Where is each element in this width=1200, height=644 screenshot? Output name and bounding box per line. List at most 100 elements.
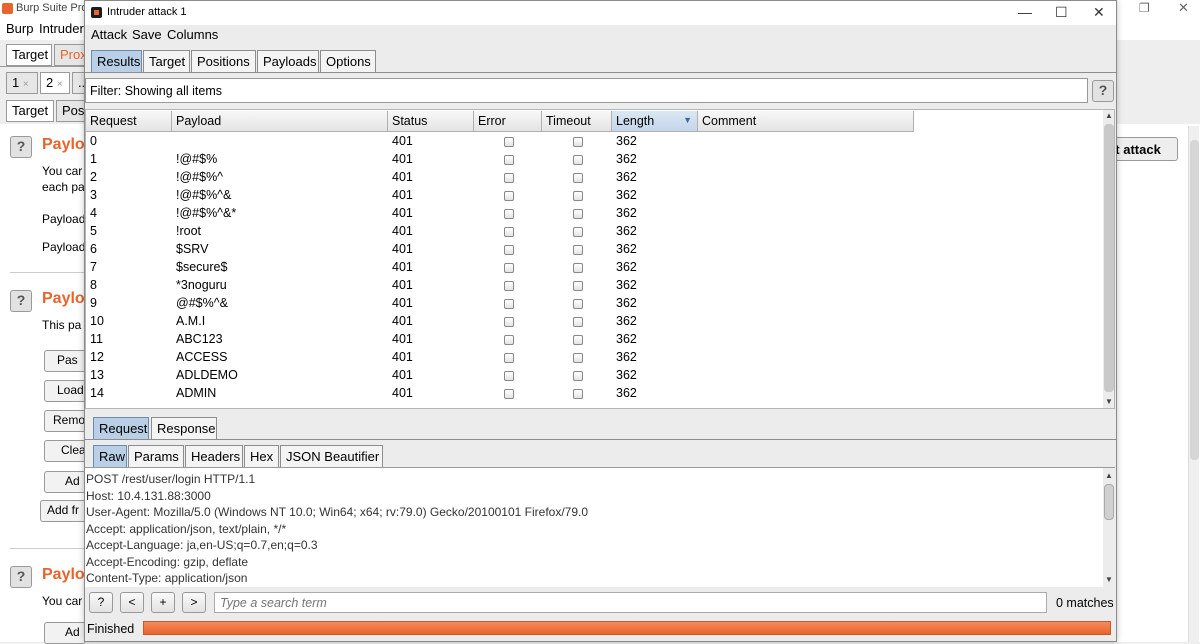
tab-response[interactable]: Response	[151, 417, 217, 439]
main-vertical-scrollbar[interactable]	[1188, 126, 1199, 642]
intruder-attack-window: Intruder attack 1 — ☐ ✕ Attack Save Colu…	[84, 0, 1117, 642]
paste-button[interactable]: Pas	[44, 350, 86, 372]
table-row[interactable]: 4 !@#$%^&* 401 362	[86, 205, 1102, 223]
table-row[interactable]: 13 ADLDEMO 401 362	[86, 367, 1102, 385]
help-icon[interactable]: ?	[10, 290, 32, 312]
menu-burp[interactable]: Burp	[6, 21, 33, 36]
attack-tab-2[interactable]: 2 ×	[40, 72, 70, 94]
search-input[interactable]	[214, 592, 1047, 613]
error-checkbox	[504, 137, 514, 147]
tab-json-beautifier[interactable]: JSON Beautifier	[280, 445, 383, 467]
request-vertical-scrollbar[interactable]: ▲ ▼	[1103, 468, 1115, 587]
restore-icon[interactable]: ❐	[1139, 1, 1150, 15]
close-icon[interactable]: ✕	[1093, 4, 1105, 21]
help-icon[interactable]: ?	[1092, 80, 1114, 102]
remove-button[interactable]: Remo	[44, 410, 86, 432]
tab-payloads[interactable]: Payloads	[257, 50, 319, 72]
request-line: Accept-Language: ja,en-US;q=0.7,en;q=0.3	[86, 538, 318, 552]
scroll-up-icon[interactable]: ▲	[1103, 110, 1114, 122]
next-match-button[interactable]: >	[182, 592, 206, 613]
main-tab-target[interactable]: Target	[6, 44, 52, 66]
tab-options[interactable]: Options	[320, 50, 376, 72]
add-from-list-button[interactable]: Add fr	[40, 500, 86, 522]
table-row[interactable]: 11 ABC123 401 362	[86, 331, 1102, 349]
column-header-comment[interactable]: Comment	[698, 111, 914, 132]
table-row[interactable]: 12 ACCESS 401 362	[86, 349, 1102, 367]
table-row[interactable]: 1 !@#$% 401 362	[86, 151, 1102, 169]
attack-progress-bar	[143, 621, 1111, 635]
table-row[interactable]: 9 @#$%^& 401 362	[86, 295, 1102, 313]
minimize-icon[interactable]: —	[1018, 4, 1032, 20]
table-row[interactable]: 7 $secure$ 401 362	[86, 259, 1102, 277]
table-row[interactable]: 0 401 362	[86, 133, 1102, 151]
menu-columns[interactable]: Columns	[167, 27, 218, 42]
tab-params[interactable]: Params	[128, 445, 184, 467]
previous-match-button[interactable]: <	[120, 592, 144, 613]
request-line: Accept: application/json, text/plain, */…	[86, 522, 287, 536]
cell-payload: ADLDEMO	[176, 368, 238, 382]
cell-payload: !@#$%	[176, 152, 218, 166]
table-row[interactable]: 5 !root 401 362	[86, 223, 1102, 241]
table-row[interactable]: 8 *3noguru 401 362	[86, 277, 1102, 295]
table-row[interactable]: 10 A.M.I 401 362	[86, 313, 1102, 331]
scrollbar-thumb[interactable]	[1190, 140, 1199, 460]
scrollbar-thumb[interactable]	[1104, 484, 1114, 520]
tab-positions[interactable]: Positions	[191, 50, 256, 72]
close-tab-icon[interactable]: ×	[57, 79, 63, 90]
section-heading: Paylo	[42, 290, 84, 307]
filter-bar[interactable]: Filter: Showing all items	[85, 78, 1088, 103]
main-tab-proxy[interactable]: Prox	[54, 44, 86, 66]
menu-intruder[interactable]: Intruder	[39, 21, 84, 36]
scrollbar-thumb[interactable]	[1104, 124, 1114, 392]
clear-button[interactable]: Clea	[44, 440, 86, 462]
timeout-checkbox	[573, 353, 583, 363]
cell-request: 4	[90, 206, 97, 220]
column-header-payload[interactable]: Payload	[172, 111, 388, 132]
timeout-checkbox	[573, 191, 583, 201]
search-help-button[interactable]: ?	[89, 592, 113, 613]
column-header-request[interactable]: Request	[86, 111, 172, 132]
tab-headers[interactable]: Headers	[185, 445, 243, 467]
request-editor[interactable]: POST /rest/user/login HTTP/1.1 Host: 10.…	[85, 467, 1115, 587]
add-button[interactable]: Ad	[44, 471, 86, 493]
tab-hex[interactable]: Hex	[244, 445, 279, 467]
table-row[interactable]: 14 ADMIN 401 362	[86, 385, 1102, 403]
scroll-down-icon[interactable]: ▼	[1103, 574, 1115, 586]
menu-attack[interactable]: Attack	[91, 27, 127, 42]
error-checkbox	[504, 173, 514, 183]
cell-payload: !@#$%^&*	[176, 206, 237, 220]
add-button[interactable]: Ad	[44, 622, 86, 644]
load-button[interactable]: Load	[44, 380, 86, 402]
request-line: POST /rest/user/login HTTP/1.1	[86, 472, 256, 486]
scroll-down-icon[interactable]: ▼	[1103, 396, 1114, 408]
section-heading: Paylo	[42, 566, 84, 583]
sub-tab-positions[interactable]: Pos	[56, 100, 86, 122]
tab-results[interactable]: Results	[91, 50, 142, 72]
close-tab-icon[interactable]: ×	[23, 79, 29, 90]
column-header-status[interactable]: Status	[388, 111, 474, 132]
tab-raw[interactable]: Raw	[93, 445, 127, 467]
table-row[interactable]: 3 !@#$%^& 401 362	[86, 187, 1102, 205]
request-line: Accept-Encoding: gzip, deflate	[86, 555, 249, 569]
column-header-timeout[interactable]: Timeout	[542, 111, 612, 132]
table-row[interactable]: 2 !@#$%^ 401 362	[86, 169, 1102, 187]
tab-request[interactable]: Request	[93, 417, 149, 439]
maximize-icon[interactable]: ☐	[1055, 4, 1068, 21]
scroll-up-icon[interactable]: ▲	[1103, 470, 1115, 482]
tab-target[interactable]: Target	[143, 50, 190, 72]
table-row[interactable]: 6 $SRV 401 362	[86, 241, 1102, 259]
help-icon[interactable]: ?	[10, 136, 32, 158]
sub-tab-target[interactable]: Target	[6, 100, 54, 122]
cell-payload: *3noguru	[176, 278, 227, 292]
results-vertical-scrollbar[interactable]: ▲ ▼	[1103, 110, 1114, 408]
search-options-button[interactable]: +	[151, 592, 175, 613]
column-header-length[interactable]: Length ▼	[612, 111, 698, 132]
timeout-checkbox	[573, 137, 583, 147]
menu-save[interactable]: Save	[132, 27, 162, 42]
progress-fill	[144, 622, 1110, 634]
help-icon[interactable]: ?	[10, 566, 32, 588]
error-checkbox	[504, 191, 514, 201]
close-icon[interactable]: ✕	[1178, 0, 1189, 16]
attack-tab-1[interactable]: 1 ×	[6, 72, 38, 94]
column-header-error[interactable]: Error	[474, 111, 542, 132]
